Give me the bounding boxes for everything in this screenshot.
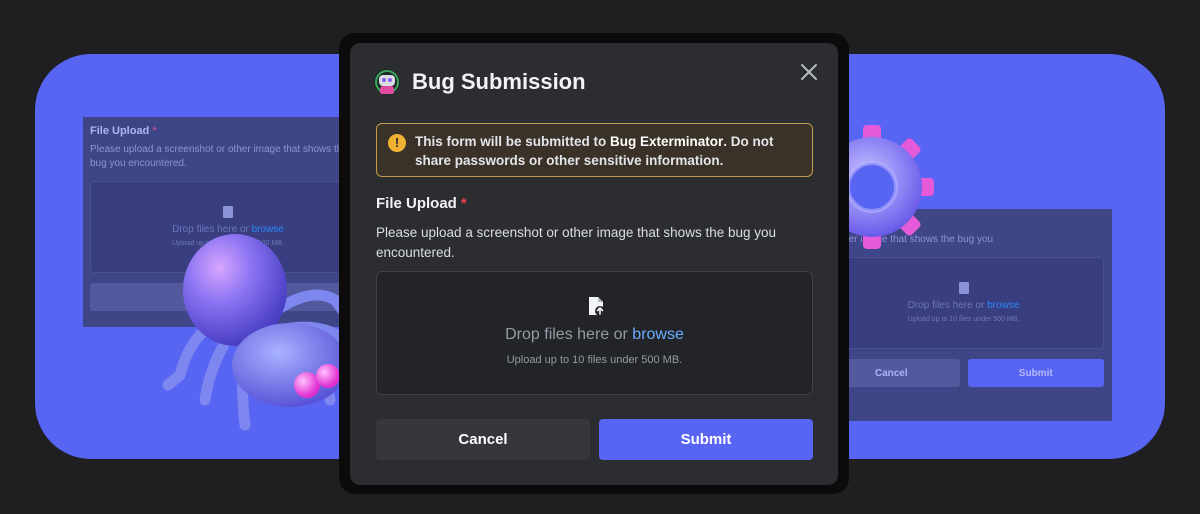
modal-title: Bug Submission (412, 69, 586, 94)
bg-field-description: Please upload a screenshot or other imag… (90, 144, 348, 169)
file-upload-icon (589, 297, 605, 316)
close-icon[interactable] (798, 61, 820, 83)
bg-field-label: File Upload * (90, 125, 157, 137)
file-upload-label: File Upload * (376, 195, 467, 212)
warning-icon: ! (388, 134, 406, 152)
required-mark: * (460, 195, 467, 212)
upload-limit-text: Upload up to 10 files under 500 MB. (506, 354, 683, 366)
dropzone-text: Drop files here or browse (505, 326, 684, 343)
bot-avatar-icon (374, 69, 400, 95)
submit-button[interactable]: Submit (599, 419, 813, 460)
bg-file-icon (958, 282, 969, 294)
browse-link[interactable]: browse (632, 326, 684, 343)
file-upload-description: Please upload a screenshot or other imag… (376, 225, 777, 260)
file-dropzone[interactable]: Drop files here or browse Upload up to 1… (376, 271, 813, 395)
bg-dropzone: Drop files here or browse Upload up to 1… (823, 257, 1104, 349)
cancel-button[interactable]: Cancel (376, 419, 590, 460)
warning-notice: ! This form will be submitted to Bug Ext… (376, 123, 813, 177)
notice-app-name: Bug Exterminator (610, 134, 724, 149)
bg-submit-button: Submit (967, 359, 1104, 387)
bg-file-icon (223, 206, 233, 218)
modal-header: Bug Submission (374, 69, 586, 95)
notice-prefix: This form will be submitted to (415, 134, 611, 149)
bug-submission-modal: Bug Submission ! This form will be submi… (350, 43, 838, 485)
